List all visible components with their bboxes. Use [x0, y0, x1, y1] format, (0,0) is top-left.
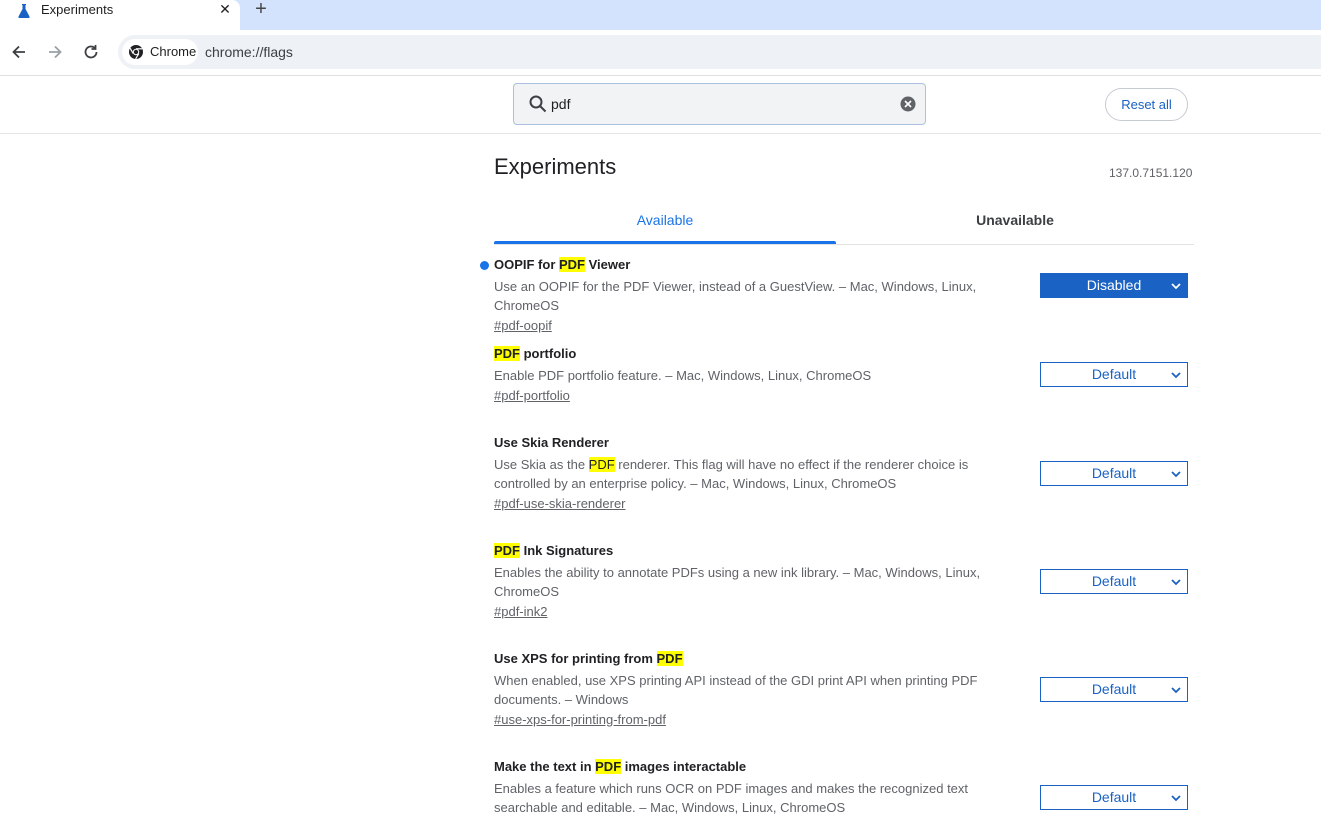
tab-bar: Available Unavailable — [494, 204, 1194, 245]
flag-permalink[interactable]: #pdf-ink2 — [494, 603, 547, 621]
flag-description: Use Skia as the PDF renderer. This flag … — [494, 457, 969, 491]
browser-toolbar: Chrome chrome://flags — [0, 30, 1321, 76]
tab-experiments[interactable]: Experiments ✕ — [0, 0, 240, 30]
chevron-down-icon — [1171, 687, 1181, 694]
chip-label: Chrome — [150, 44, 197, 59]
tab-strip: Experiments ✕ + — [0, 0, 1321, 30]
flag-title: Use Skia Renderer — [494, 435, 609, 450]
flags-header: Reset all — [0, 76, 1321, 134]
search-icon — [529, 95, 547, 113]
flag-state-select[interactable]: Default — [1040, 461, 1188, 486]
tab-selected-indicator — [494, 241, 836, 244]
flag-permalink[interactable]: #pdf-oopif — [494, 317, 552, 335]
reset-all-button[interactable]: Reset all — [1105, 88, 1188, 121]
plus-icon[interactable]: + — [252, 0, 270, 19]
forward-arrow-icon[interactable] — [45, 42, 65, 62]
chevron-down-icon — [1171, 471, 1181, 478]
tab-title: Experiments — [41, 2, 114, 17]
flag-item: Make the text in PDF images interactable… — [494, 758, 1194, 817]
reload-icon[interactable] — [81, 42, 101, 62]
flag-description: Enable PDF portfolio feature. – Mac, Win… — [494, 368, 872, 383]
chevron-down-icon — [1171, 283, 1181, 290]
url-text[interactable]: chrome://flags — [205, 43, 293, 61]
flag-item: PDF Ink Signatures Enables the ability t… — [494, 542, 1194, 621]
chevron-down-icon — [1171, 372, 1181, 379]
search-input[interactable] — [551, 94, 871, 114]
flask-icon — [18, 4, 30, 18]
flag-item: OOPIF for PDF Viewer Use an OOPIF for th… — [480, 256, 1194, 335]
omnibox[interactable]: Chrome chrome://flags — [118, 35, 1321, 69]
tab-available[interactable]: Available — [494, 204, 836, 244]
flag-title: PDF Ink Signatures — [494, 543, 614, 558]
version-label: 137.0.7151.120 — [1109, 166, 1193, 180]
chevron-down-icon — [1171, 579, 1181, 586]
back-arrow-icon[interactable] — [9, 42, 29, 62]
flag-permalink[interactable]: #pdf-use-skia-renderer — [494, 495, 626, 513]
flag-state-select[interactable]: Disabled — [1040, 273, 1188, 298]
flag-title: OOPIF for PDF Viewer — [494, 257, 631, 272]
flag-title: Make the text in PDF images interactable — [494, 759, 747, 774]
close-icon[interactable]: ✕ — [217, 1, 233, 17]
flag-title: Use XPS for printing from PDF — [494, 651, 683, 666]
modified-indicator — [480, 261, 489, 270]
flag-state-select[interactable]: Default — [1040, 677, 1188, 702]
flag-title: PDF portfolio — [494, 346, 577, 361]
flag-permalink[interactable]: #use-xps-for-printing-from-pdf — [494, 711, 666, 729]
search-box[interactable] — [513, 83, 926, 125]
flag-state-select[interactable]: Default — [1040, 569, 1188, 594]
tab-unavailable[interactable]: Unavailable — [844, 204, 1186, 244]
chevron-down-icon — [1171, 795, 1181, 802]
flag-description: Enables the ability to annotate PDFs usi… — [494, 565, 981, 599]
flag-item: Use XPS for printing from PDF When enabl… — [494, 650, 1194, 729]
chrome-logo-icon — [129, 45, 143, 60]
flag-item: PDF portfolio Enable PDF portfolio featu… — [494, 345, 1194, 405]
flag-state-select[interactable]: Default — [1040, 362, 1188, 387]
flag-state-select[interactable]: Default — [1040, 785, 1188, 810]
page-title: Experiments — [494, 154, 617, 179]
flag-description: Use an OOPIF for the PDF Viewer, instead… — [494, 279, 977, 313]
clear-icon[interactable] — [900, 96, 916, 112]
flag-description: When enabled, use XPS printing API inste… — [494, 673, 978, 707]
flag-item: Use Skia Renderer Use Skia as the PDF re… — [494, 434, 1194, 513]
flag-description: Enables a feature which runs OCR on PDF … — [494, 781, 969, 815]
flag-permalink[interactable]: #pdf-portfolio — [494, 387, 570, 405]
site-chip[interactable]: Chrome — [122, 39, 198, 65]
